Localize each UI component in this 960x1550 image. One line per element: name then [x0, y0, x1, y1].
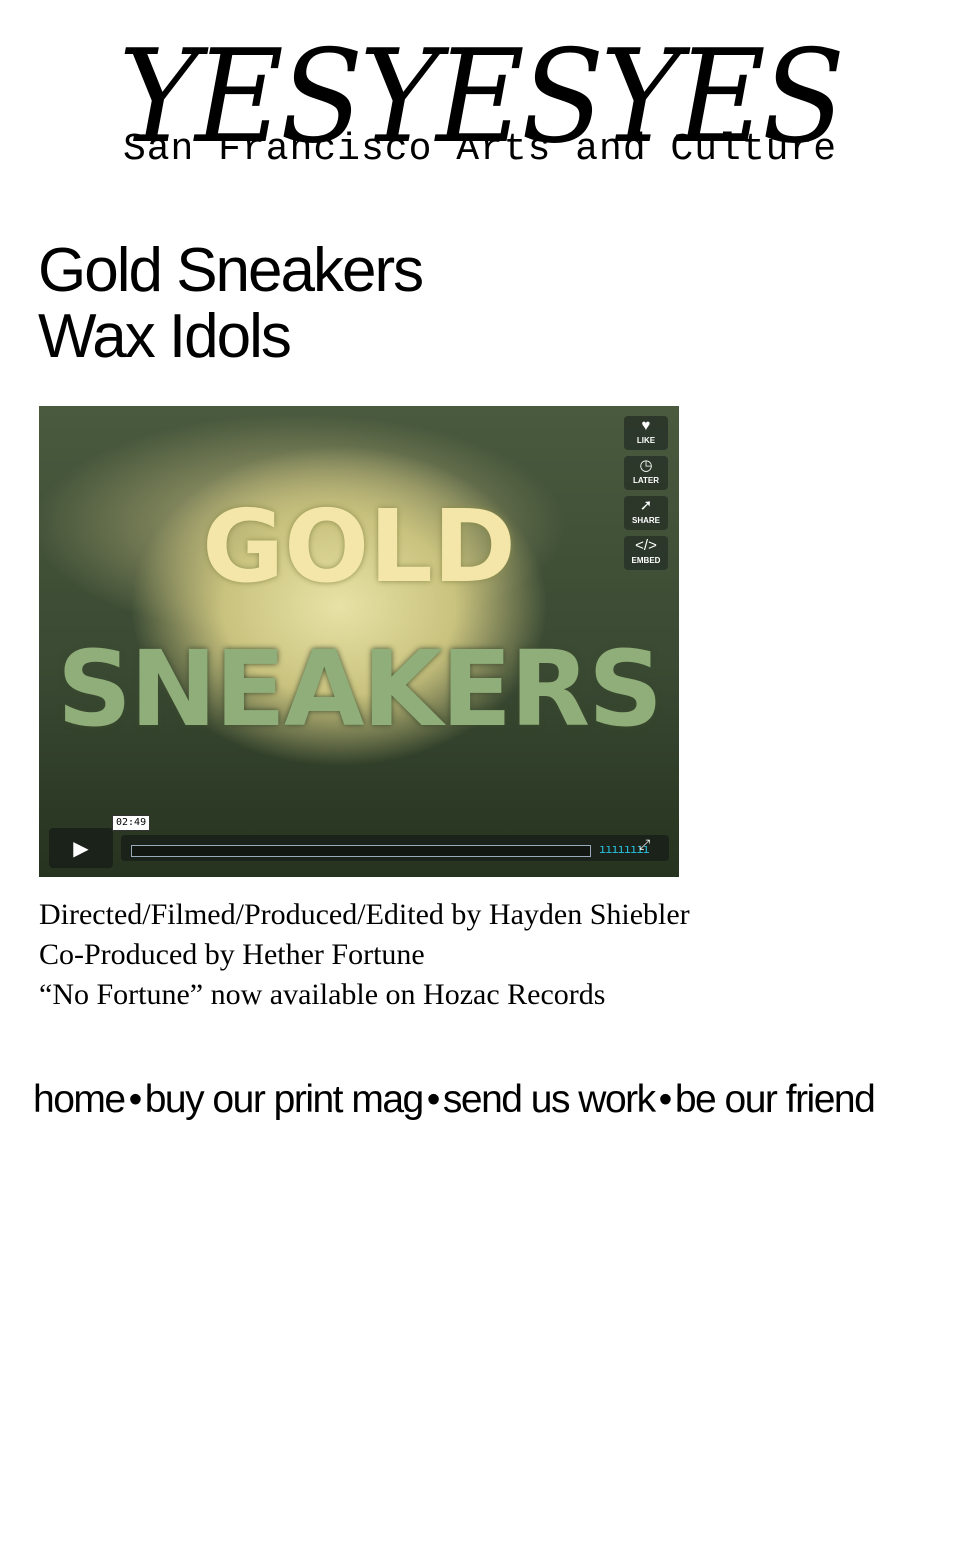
song-title: Gold Sneakers [38, 236, 424, 305]
nav-buy-print-mag[interactable]: buy our print mag [145, 1078, 425, 1121]
watch-later-button[interactable]: ◷ LATER [624, 456, 668, 490]
like-label: LIKE [636, 436, 656, 445]
nav-separator: • [426, 1078, 441, 1121]
heart-icon: ♥ [641, 417, 651, 434]
later-label: LATER [632, 476, 660, 485]
like-button[interactable]: ♥ LIKE [624, 416, 668, 450]
credit-line: “No Fortune” now available on Hozac Reco… [39, 978, 606, 1011]
site-tagline: San Francisco Arts and Culture [122, 128, 838, 171]
video-frame-text-line2: SNEAKERS [56, 628, 663, 750]
embed-icon: </> [635, 537, 657, 554]
play-icon: ▶ [73, 836, 89, 860]
credits: Directed/Filmed/Produced/Edited by Hayde… [39, 895, 690, 1015]
share-button[interactable]: ➚ SHARE [624, 496, 668, 530]
control-bar: ıııııııı ⤢ [121, 835, 669, 861]
footer-nav: home • buy our print mag • send us work • be o… [33, 1078, 876, 1122]
post-heading: Gold Sneakers Wax Idols [38, 236, 424, 371]
artist-name: Wax Idols [38, 302, 292, 371]
play-button[interactable]: ▶ [49, 828, 113, 868]
duration-label: 02:49 [112, 815, 151, 831]
nav-send-us-work[interactable]: send us work [443, 1078, 656, 1121]
player-controls: ▶ ıııııııı ⤢ 02:49 [49, 815, 669, 868]
clock-icon: ◷ [639, 457, 653, 474]
nav-home[interactable]: home [33, 1078, 126, 1121]
embed-label: EMBED [631, 556, 661, 565]
credit-line: Co-Produced by Hether Fortune [39, 938, 425, 971]
credit-line: Directed/Filmed/Produced/Edited by Hayde… [39, 898, 690, 931]
nav-separator: • [658, 1078, 673, 1121]
share-icon: ➚ [639, 497, 653, 514]
share-label: SHARE [631, 516, 660, 525]
video-player[interactable]: GOLD SNEAKERS ♥ LIKE ◷ LATER ➚ SHARE </>… [39, 406, 679, 877]
video-frame-text-line1: GOLD [202, 488, 516, 605]
progress-track[interactable] [131, 845, 591, 857]
fullscreen-icon[interactable]: ⤢ [639, 837, 650, 853]
embed-button[interactable]: </> EMBED [624, 536, 668, 570]
nav-be-our-friend[interactable]: be our friend [675, 1078, 876, 1121]
nav-separator: • [128, 1078, 143, 1121]
